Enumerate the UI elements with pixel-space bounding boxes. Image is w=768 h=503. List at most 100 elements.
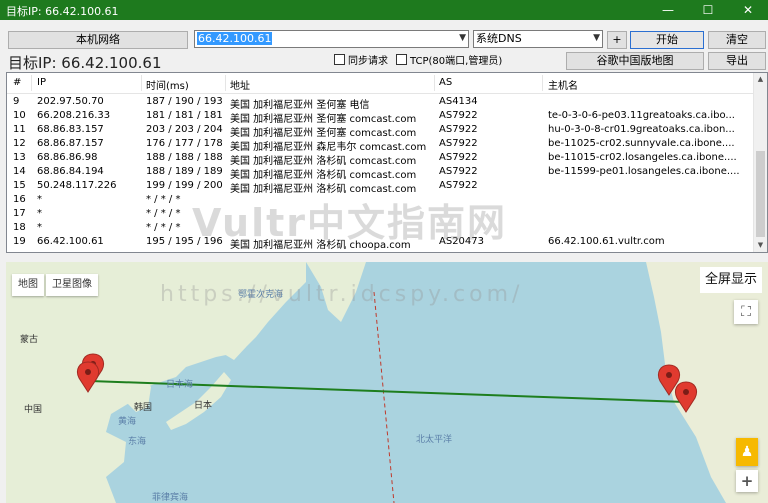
dns-select[interactable]: 系统DNS ▼ <box>473 30 603 48</box>
cell-index: 12 <box>13 138 26 149</box>
col-header-ip[interactable]: IP <box>37 77 46 88</box>
zoom-in-button[interactable]: + <box>736 470 758 492</box>
tab-satellite[interactable]: 卫星图像 <box>46 274 98 296</box>
column-divider[interactable] <box>542 75 543 91</box>
google-map-button[interactable]: 谷歌中国版地图 <box>566 52 704 70</box>
table-row[interactable]: 17 * * / * / * <box>7 207 761 221</box>
sync-request-checkbox[interactable]: 同步请求 <box>334 54 388 68</box>
export-button[interactable]: 导出 <box>708 52 766 70</box>
table-row[interactable]: 10 66.208.216.33 181 / 181 / 181 美国 加利福尼… <box>7 109 761 125</box>
add-button[interactable]: + <box>607 31 627 49</box>
cell-hostname: be-11025-cr02.sunnyvale.ca.ibone.... <box>548 138 735 149</box>
route-map[interactable]: 蒙古 中国 韩国 日本 日本海 黄海 东海 菲律宾海 北太平洋 鄂霍次克海 地图… <box>6 262 768 503</box>
scroll-up-icon[interactable]: ▲ <box>754 75 767 83</box>
chevron-down-icon[interactable]: ▼ <box>593 31 600 46</box>
cell-as: AS7922 <box>439 166 478 177</box>
cell-ip: 66.208.216.33 <box>37 110 111 121</box>
cell-index: 13 <box>13 152 26 163</box>
cell-as: AS7922 <box>439 180 478 191</box>
col-header-time[interactable]: 时间(ms) <box>146 77 189 92</box>
checkbox-icon[interactable] <box>334 54 345 65</box>
cell-index: 15 <box>13 180 26 191</box>
cell-ip: 66.42.100.61 <box>37 236 104 247</box>
label-mongolia: 蒙古 <box>20 335 39 345</box>
checkbox-icon[interactable] <box>396 54 407 65</box>
maximize-button[interactable]: ☐ <box>688 0 728 20</box>
cell-hostname: te-0-3-0-6-pe03.11greatoaks.ca.ibo... <box>548 110 735 121</box>
scrollbar-thumb[interactable] <box>756 151 765 237</box>
cell-index: 11 <box>13 124 26 135</box>
cell-time: 176 / 177 / 178 <box>146 138 223 149</box>
cell-hostname: be-11015-cr02.losangeles.ca.ibone.... <box>548 152 737 163</box>
cell-ip: 68.86.83.157 <box>37 124 104 135</box>
table-row[interactable]: 19 66.42.100.61 195 / 195 / 196 美国 加利福尼亚… <box>7 235 761 251</box>
chevron-down-icon[interactable]: ▼ <box>459 31 466 46</box>
scroll-down-icon[interactable]: ▼ <box>754 241 767 249</box>
cell-index: 18 <box>13 222 26 233</box>
cell-time: 188 / 188 / 188 <box>146 152 223 163</box>
label-philippine-sea: 菲律宾海 <box>152 493 189 503</box>
table-row[interactable]: 12 68.86.87.157 176 / 177 / 178 美国 加利福尼亚… <box>7 137 761 153</box>
cell-index: 19 <box>13 236 26 247</box>
table-row[interactable]: 9 202.97.50.70 187 / 190 / 193 美国 加利福尼亚州… <box>7 95 761 111</box>
label-china: 中国 <box>24 405 43 415</box>
cell-as: AS7922 <box>439 138 478 149</box>
cell-index: 17 <box>13 208 26 219</box>
ip-input[interactable]: 66.42.100.61 ▼ <box>194 30 469 48</box>
column-divider[interactable] <box>225 75 226 91</box>
cell-ip: 68.86.87.157 <box>37 138 104 149</box>
minimize-button[interactable]: — <box>648 0 688 20</box>
label-okhotsk: 鄂霍次克海 <box>238 290 284 300</box>
table-row[interactable]: 11 68.86.83.157 203 / 203 / 204 美国 加利福尼亚… <box>7 123 761 139</box>
table-header: # IP 时间(ms) 地址 AS 主机名 <box>7 73 761 94</box>
cell-as: AS7922 <box>439 110 478 121</box>
target-ip-display: 目标IP: 66.42.100.61 <box>8 54 162 72</box>
cell-ip: * <box>37 208 42 219</box>
clear-button[interactable]: 清空 <box>708 31 766 49</box>
cell-index: 14 <box>13 166 26 177</box>
tab-map[interactable]: 地图 <box>12 274 44 296</box>
label-korea: 韩国 <box>134 403 153 413</box>
table-row[interactable]: 16 * * / * / * <box>7 193 761 207</box>
trace-table[interactable]: # IP 时间(ms) 地址 AS 主机名 9 202.97.50.70 187… <box>6 72 768 253</box>
cell-ip: 50.248.117.226 <box>37 180 117 191</box>
table-row[interactable]: 14 68.86.84.194 188 / 189 / 189 美国 加利福尼亚… <box>7 165 761 181</box>
cell-as: AS7922 <box>439 124 478 135</box>
cell-time: 199 / 199 / 200 <box>146 180 223 191</box>
table-row[interactable]: 15 50.248.117.226 199 / 199 / 200 美国 加利福… <box>7 179 761 195</box>
col-header-as[interactable]: AS <box>439 77 452 88</box>
cell-index: 16 <box>13 194 26 205</box>
window-title: 目标IP: 66.42.100.61 <box>6 5 119 18</box>
cell-as: AS20473 <box>439 236 484 247</box>
label-sea-of-japan: 日本海 <box>166 380 194 390</box>
cell-address: 美国 加利福尼亚州 洛杉矶 choopa.com <box>230 240 411 251</box>
col-header-index[interactable]: # <box>13 77 21 88</box>
table-row[interactable]: 13 68.86.86.98 188 / 188 / 188 美国 加利福尼亚州… <box>7 151 761 167</box>
table-row[interactable]: 18 * * / * / * <box>7 221 761 235</box>
label-north-pacific: 北太平洋 <box>416 435 453 445</box>
tcp-checkbox[interactable]: TCP(80端口,管理员) <box>396 54 502 68</box>
column-divider[interactable] <box>434 75 435 91</box>
close-button[interactable]: ✕ <box>728 0 768 20</box>
col-header-address[interactable]: 地址 <box>230 77 250 92</box>
col-header-hostname[interactable]: 主机名 <box>548 77 578 92</box>
column-divider[interactable] <box>31 75 32 91</box>
sync-request-label: 同步请求 <box>348 56 388 67</box>
ip-input-value: 66.42.100.61 <box>197 32 273 45</box>
fullscreen-button[interactable]: 全屏显示 <box>700 267 762 293</box>
dns-select-value: 系统DNS <box>476 32 522 45</box>
start-button[interactable]: 开始 <box>630 31 704 49</box>
local-network-button[interactable]: 本机网络 <box>8 31 188 49</box>
cell-ip: 68.86.86.98 <box>37 152 98 163</box>
cell-ip: * <box>37 222 42 233</box>
cell-time: * / * / * <box>146 222 181 233</box>
kamchatka-land <box>306 262 366 322</box>
cell-as: AS7922 <box>439 152 478 163</box>
pegman-icon[interactable]: ♟ <box>736 438 758 466</box>
fullscreen-icon[interactable]: ⛶ <box>734 300 758 324</box>
table-scrollbar[interactable]: ▲ ▼ <box>753 73 767 252</box>
column-divider[interactable] <box>141 75 142 91</box>
tcp-label: TCP(80端口,管理员) <box>410 56 503 67</box>
cell-time: 195 / 195 / 196 <box>146 236 223 247</box>
cell-index: 9 <box>13 96 20 107</box>
